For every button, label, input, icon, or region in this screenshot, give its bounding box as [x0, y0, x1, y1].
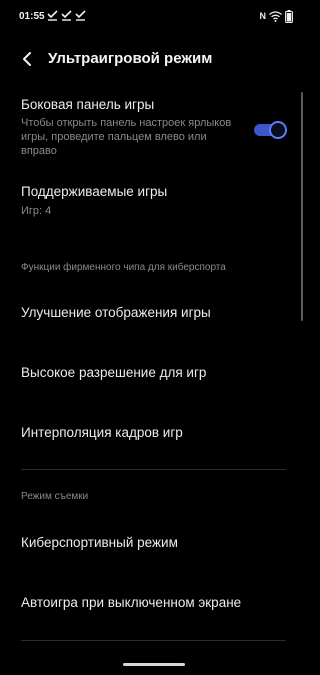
list-item-display-enhancement[interactable]: Улучшение отображения игры — [21, 304, 286, 321]
list-item-label: Улучшение отображения игры — [21, 305, 211, 320]
supported-games-count: Игр: 4 — [21, 205, 52, 217]
wifi-icon — [269, 10, 282, 22]
list-item-high-resolution[interactable]: Высокое разрешение для игр — [21, 364, 286, 381]
check-icon — [75, 10, 86, 21]
status-time: 01:55 — [19, 11, 45, 22]
game-panel-title: Боковая панель игры — [21, 97, 155, 112]
section-capture-label: Режим съемки — [21, 491, 89, 502]
chevron-left-icon — [23, 52, 31, 66]
game-panel-description: Чтобы открыть панель настроек ярлыков иг… — [21, 117, 232, 157]
section-divider — [21, 469, 286, 470]
page-title: Ультраигровой режим — [48, 50, 213, 67]
section-divider — [21, 640, 286, 641]
nfc-icon: N — [259, 11, 267, 21]
home-indicator[interactable] — [123, 663, 185, 666]
toggle-knob — [269, 121, 287, 139]
list-item-label: Высокое разрешение для игр — [21, 365, 207, 380]
back-button[interactable] — [16, 48, 38, 70]
supported-games-title: Поддерживаемые игры — [21, 184, 168, 199]
list-item-label: Интерполяция кадров игр — [21, 425, 183, 440]
list-item-frame-interpolation[interactable]: Интерполяция кадров игр — [21, 424, 286, 441]
check-icon — [47, 10, 58, 21]
game-panel-setting[interactable]: Боковая панель игры Чтобы открыть панель… — [21, 96, 243, 158]
app-header: Ультраигровой режим — [0, 42, 307, 76]
list-item-label: Автоигра при выключенном экране — [21, 595, 242, 610]
list-item-auto-play-screen-off[interactable]: Автоигра при выключенном экране — [21, 594, 286, 611]
section-esports-chip-label: Функции фирменного чипа для киберспорта — [21, 262, 226, 273]
battery-icon — [285, 9, 293, 23]
list-item-label: Киберспортивный режим — [21, 535, 178, 550]
status-bar: 01:55 N — [0, 0, 307, 34]
check-icon — [61, 10, 72, 21]
status-icons: N — [260, 9, 294, 23]
list-item-esports-mode[interactable]: Киберспортивный режим — [21, 534, 286, 551]
supported-games-item[interactable]: Поддерживаемые игры Игр: 4 — [21, 183, 286, 218]
scrollbar[interactable] — [301, 92, 303, 321]
game-panel-toggle[interactable] — [254, 121, 287, 139]
